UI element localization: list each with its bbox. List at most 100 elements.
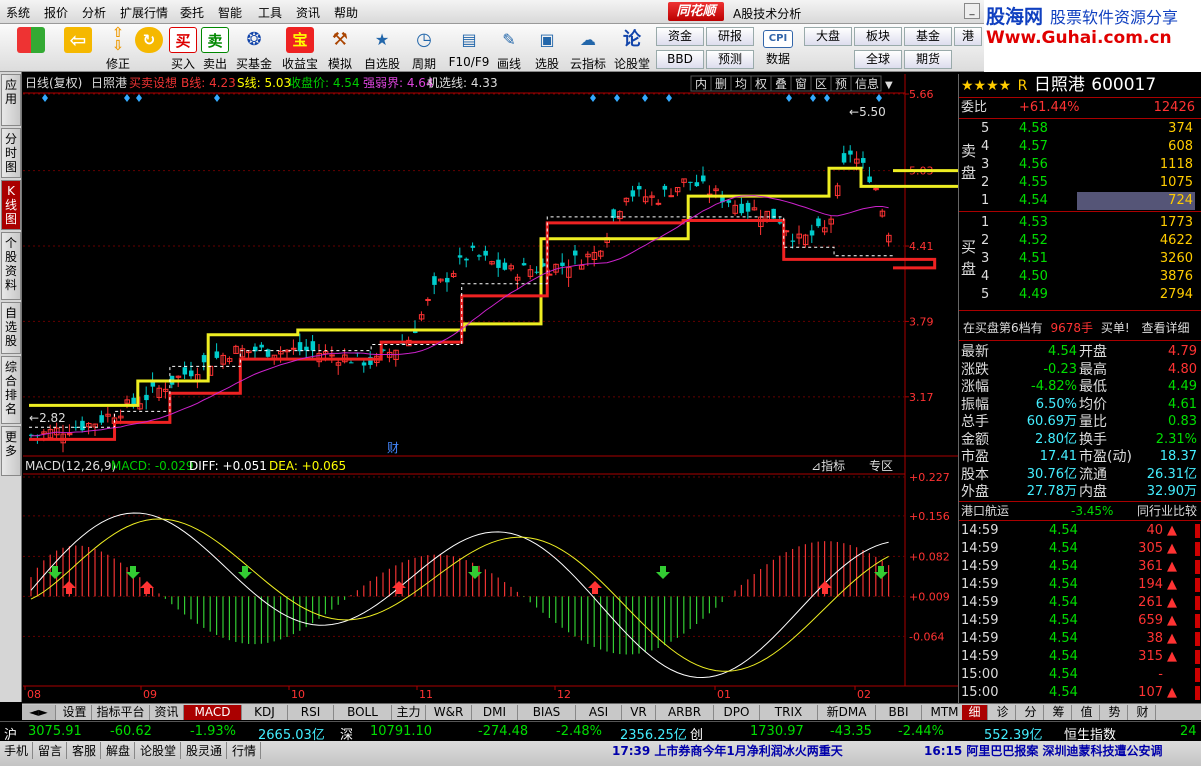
status-item-1[interactable]: 留言 — [38, 742, 68, 759]
menu-analysis[interactable]: 分析 — [82, 4, 106, 21]
cy-index[interactable]: 1730.97 — [750, 724, 804, 739]
indicator-tab-15[interactable]: TRIX — [760, 705, 818, 720]
chart-tool-3[interactable]: 权 — [755, 77, 767, 91]
menu-news[interactable]: 资讯 — [296, 4, 320, 21]
zone-button[interactable]: 专区 — [869, 458, 893, 473]
status-item-4[interactable]: 论股堂 — [140, 742, 182, 759]
draw-button[interactable]: ✎ 画线 — [494, 26, 524, 71]
kline-chart[interactable]: 日线(复权) 日照港 买卖设想 B线: 4.23 S线: 5.03 收盘价: 4… — [23, 74, 1055, 702]
chart-tool-1[interactable]: 删 — [715, 77, 727, 91]
refresh-button[interactable]: ↻ — [134, 26, 164, 70]
chart-tool-dropdown[interactable]: ▼ — [885, 80, 893, 91]
f10-button[interactable]: ▤ F10/F9 — [446, 26, 492, 70]
hk-button[interactable]: 港 — [954, 27, 982, 46]
back-button[interactable]: ⇦ — [60, 26, 96, 70]
tab-scroll-arrows[interactable]: ◄► — [22, 705, 56, 720]
tab-intraday[interactable]: 分时图 — [1, 128, 21, 178]
market-button[interactable]: 大盘 — [804, 27, 852, 46]
sh-index[interactable]: 3075.91 — [28, 724, 82, 739]
indicator-tab-13[interactable]: ARBR — [656, 705, 714, 720]
watchlist-button[interactable]: ★ 自选股 — [362, 26, 402, 71]
status-item-3[interactable]: 解盘 — [106, 742, 136, 759]
indicator-button[interactable]: ⊿指标 — [811, 458, 845, 473]
indicator-tab-1[interactable]: 指标平台 — [92, 705, 150, 720]
layout-button[interactable] — [14, 26, 48, 70]
sector-button[interactable]: 板块 — [854, 27, 902, 46]
tab-more[interactable]: 更多 — [1, 426, 21, 476]
chart-tool-2[interactable]: 均 — [735, 77, 747, 91]
tab-ranking[interactable]: 综合排名 — [1, 356, 21, 424]
menu-system[interactable]: 系统 — [6, 4, 30, 21]
right-tab-2[interactable]: 分 — [1018, 705, 1044, 720]
indicator-tab-14[interactable]: DPO — [714, 705, 760, 720]
forum-button[interactable]: 论 论股堂 — [612, 26, 652, 71]
chart-tool-0[interactable]: 内 — [695, 77, 707, 91]
indicator-tab-8[interactable]: W&R — [426, 705, 472, 720]
hk-index[interactable]: 24 — [1180, 724, 1197, 739]
cloud-indicator-button[interactable]: ☁ 云指标 — [568, 26, 608, 71]
period-button[interactable]: ◷ 周期 — [406, 26, 442, 71]
chart-tool-5[interactable]: 窗 — [795, 77, 807, 91]
sector-row[interactable]: 港口航运 — [961, 502, 1009, 520]
menu-smart[interactable]: 智能 — [218, 4, 242, 21]
minimize-button[interactable]: _ — [964, 3, 980, 19]
chart-tool-4[interactable]: 叠 — [775, 77, 787, 91]
right-tab-1[interactable]: 诊 — [990, 705, 1016, 720]
tab-profile[interactable]: 个股资料 — [1, 232, 21, 300]
global-button[interactable]: 全球 — [854, 50, 902, 69]
buy-fund-button[interactable]: ❂ 买基金 — [232, 26, 276, 71]
buy-button[interactable]: 买 买入 — [168, 26, 198, 71]
indicator-tab-16[interactable]: 新DMA — [818, 705, 876, 720]
status-item-2[interactable]: 客服 — [72, 742, 102, 759]
indicator-tab-17[interactable]: BBI — [876, 705, 922, 720]
right-tab-3[interactable]: 筹 — [1046, 705, 1072, 720]
indicator-tab-0[interactable]: 设置 — [58, 705, 92, 720]
sector-compare[interactable]: 同行业比较 — [1137, 502, 1197, 520]
news-ticker-2[interactable]: 16:15 阿里巴巴报案 深圳迪蒙科技遭公安调 — [924, 742, 1163, 759]
menu-help[interactable]: 帮助 — [334, 4, 358, 21]
right-tab-5[interactable]: 势 — [1102, 705, 1128, 720]
status-item-0[interactable]: 手机 — [4, 742, 34, 759]
sell-button[interactable]: 卖 卖出 — [200, 26, 230, 71]
order-detail-link[interactable]: 查看详细 — [1141, 321, 1189, 335]
research-button[interactable]: 研报 — [706, 27, 754, 46]
chart-tool-7[interactable]: 预 — [835, 77, 847, 91]
tab-apps[interactable]: 应用 — [1, 74, 21, 126]
right-tab-6[interactable]: 财 — [1130, 705, 1156, 720]
forecast-button[interactable]: 预测 — [706, 50, 754, 69]
menu-order[interactable]: 委托 — [180, 4, 204, 21]
indicator-tab-2[interactable]: 资讯 — [150, 705, 184, 720]
chart-tool-8[interactable]: 信息 — [855, 76, 879, 91]
indicator-tab-9[interactable]: DMI — [472, 705, 518, 720]
income-button[interactable]: 宝 收益宝 — [280, 26, 320, 71]
finance-marker[interactable]: 财 — [387, 441, 399, 455]
fund-button[interactable]: 基金 — [904, 27, 952, 46]
kline-svg[interactable]: 日线(复权) 日照港 买卖设想 B线: 4.23 S线: 5.03 收盘价: 4… — [23, 74, 1055, 702]
indicator-tab-10[interactable]: BIAS — [518, 705, 576, 720]
menu-ext[interactable]: 扩展行情 — [120, 4, 168, 21]
data-button[interactable]: CPI 数据 — [758, 26, 798, 70]
chart-tool-6[interactable]: 区 — [815, 77, 827, 91]
indicator-tab-7[interactable]: 主力 — [392, 705, 426, 720]
indicator-tab-3[interactable]: MACD — [184, 705, 242, 720]
tab-kline[interactable]: K线图 — [1, 180, 21, 230]
indicator-tab-4[interactable]: KDJ — [242, 705, 288, 720]
menu-tools[interactable]: 工具 — [258, 4, 282, 21]
indicator-tab-5[interactable]: RSI — [288, 705, 334, 720]
indicator-tab-11[interactable]: ASI — [576, 705, 622, 720]
indicator-tab-12[interactable]: VR — [622, 705, 656, 720]
status-item-5[interactable]: 股灵通 — [186, 742, 228, 759]
news-ticker-1[interactable]: 17:39 上市券商今年1月净利润冰火两重天 — [612, 742, 843, 759]
capital-button[interactable]: 资金 — [656, 27, 704, 46]
stock-screen-button[interactable]: ▣ 选股 — [530, 26, 564, 71]
right-tab-4[interactable]: 值 — [1074, 705, 1100, 720]
status-item-6[interactable]: 行情 — [232, 742, 262, 759]
right-tab-0[interactable]: 细 — [962, 705, 988, 720]
indicator-tab-6[interactable]: BOLL — [334, 705, 392, 720]
simulate-button[interactable]: ⚒ 模拟 — [324, 26, 356, 71]
futures-button[interactable]: 期货 — [904, 50, 952, 69]
bbd-button[interactable]: BBD — [656, 50, 704, 69]
tab-watchlist[interactable]: 自选股 — [1, 302, 21, 354]
sz-index[interactable]: 10791.10 — [370, 724, 432, 739]
menu-quote[interactable]: 报价 — [44, 4, 68, 21]
